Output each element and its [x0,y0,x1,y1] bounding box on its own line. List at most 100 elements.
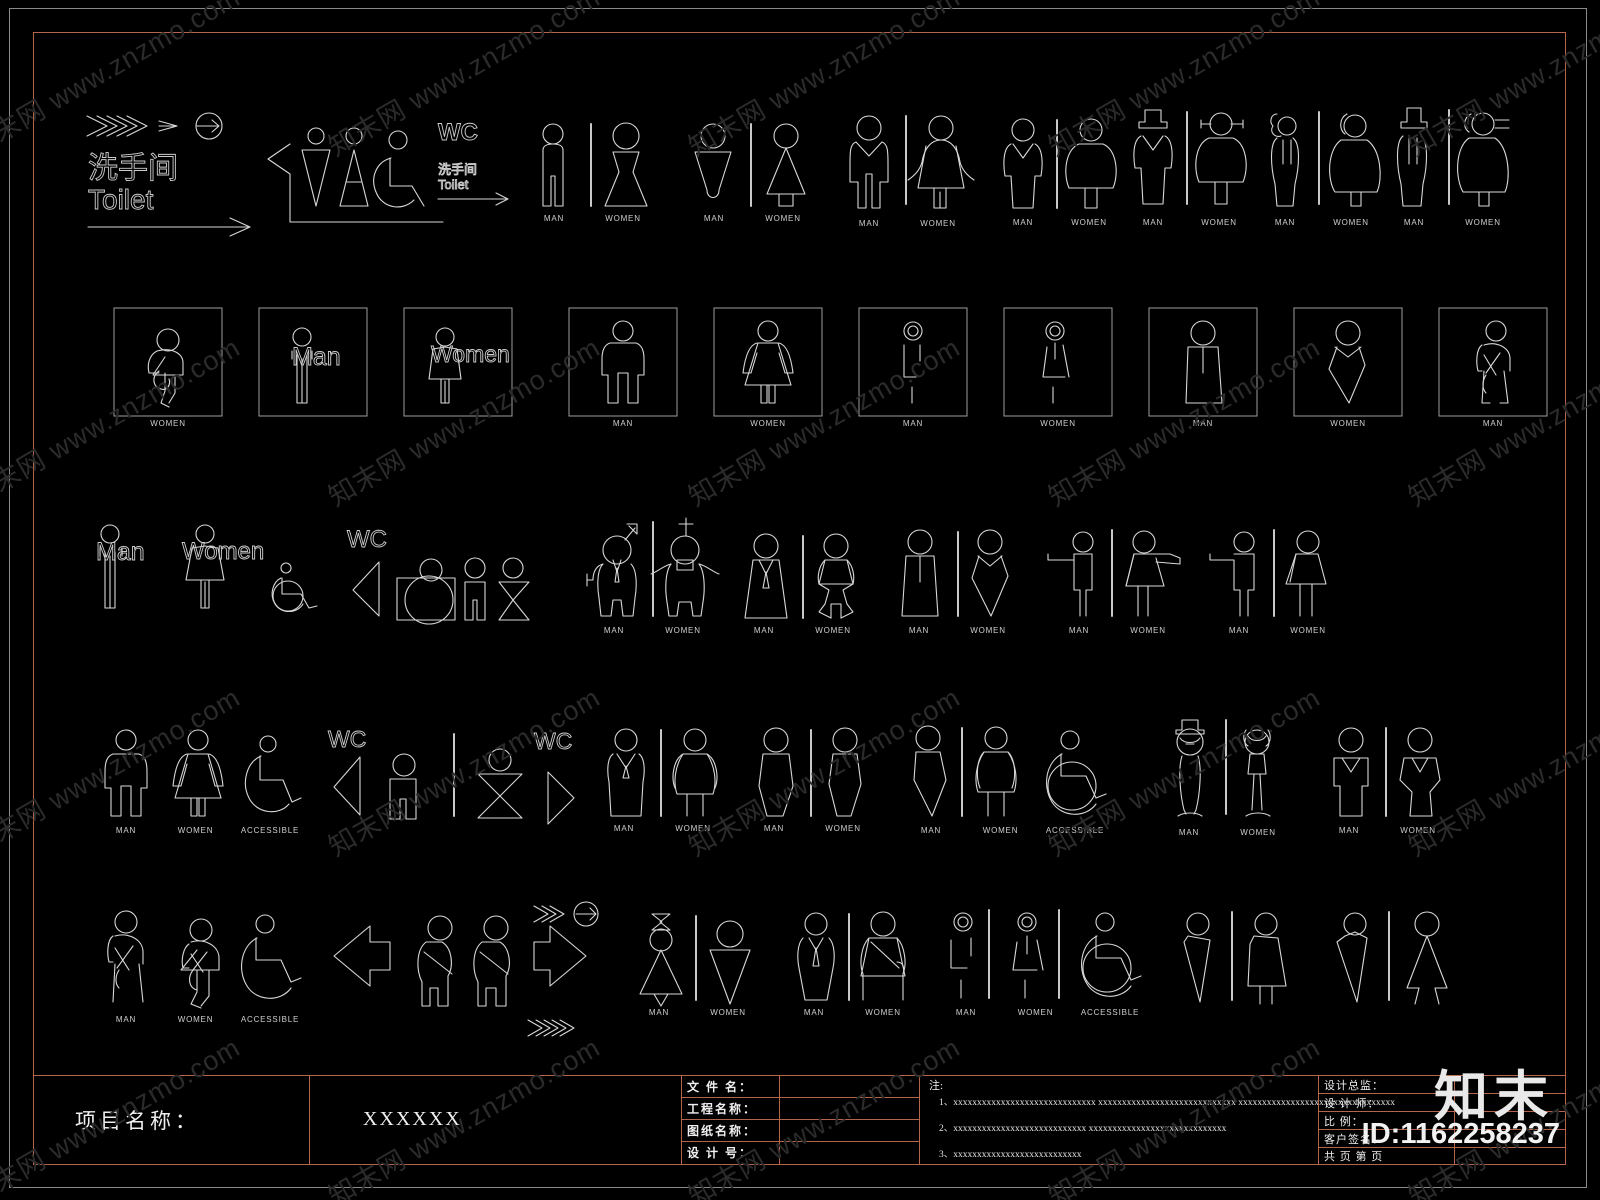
pictogram-pair-cloak [1168,908,1303,1005]
caption-women: WOMEN [1040,419,1076,428]
long-right-arrow-icon [87,217,251,237]
caption-man: MAN [1274,218,1296,227]
caption-man: MAN [1178,828,1200,837]
caption-women: WOMEN [920,219,956,228]
typographic-label-women: Women [182,538,265,566]
caption-women: WOMEN [177,826,214,835]
caption-women: WOMEN [665,626,701,635]
caption-man: MAN [703,214,725,223]
caption-man: MAN [603,626,625,635]
project-name-value: XXXXXX [363,1108,462,1130]
caption-man: MAN [858,219,880,228]
caption-women: WOMEN [675,824,711,833]
caption-women: WOMEN [1071,218,1107,227]
pictogram-pair-coat-diamond: MAN WOMEN [888,528,1023,635]
pictogram-pair-suit-puff: MAN WOMEN [593,726,728,833]
cad-drawing-canvas: 洗手间 Toilet WC 洗手间 Toilet MAN WOMEN MAN W… [0,0,1600,1200]
notes-heading: 注: [929,1080,944,1092]
toilet-label-cn-small: 洗手间 [438,162,478,178]
trio-urgent-accessible: MAN WOMEN ACCESSIBLE [93,908,308,1024]
caption-women: WOMEN [1400,826,1436,835]
pictogram-pair-bow-triangle: MAN WOMEN [628,910,763,1017]
caption-man: MAN [1012,218,1034,227]
pictogram-pair-2: MAN WOMEN [683,120,818,223]
caption-women: WOMEN [982,826,1019,835]
field-key-file-name: 文 件 名： [687,1080,754,1094]
caption-women: WOMEN [1465,218,1501,227]
caption-women: WOMEN [1201,218,1237,227]
caption-accessible: ACCESSIBLE [240,826,300,835]
caption-man: MAN [1482,419,1504,428]
caption-man: MAN [902,419,924,428]
trio-man-women-accessible-2: MAN WOMEN ACCESSIBLE [898,724,1113,835]
pictogram-pair-vneck: MAN WOMEN [1318,724,1453,835]
pictogram-pair-triangle-flared [1323,908,1458,1005]
plaque-waiting-man: MAN [1438,307,1548,428]
caption-man: MAN [612,419,634,428]
caption-man: MAN [908,626,930,635]
plaque-classic-woman: WOMEN [713,307,823,428]
plaque-label-man: Man [292,343,342,372]
wc-label-right: WC [534,728,573,755]
caption-women: WOMEN [1240,828,1276,837]
caption-women: WOMEN [825,824,861,833]
pictogram-pair-7: MAN WOMEN [1383,106,1518,227]
pictogram-pair-tie-handbag: MAN WOMEN [783,910,918,1017]
caption-women: WOMEN [1017,1008,1054,1017]
pictogram-pair-1: MAN WOMEN [523,120,658,223]
caption-accessible: ACCESSIBLE [1045,826,1105,835]
caption-man: MAN [613,824,635,833]
pictogram-pair-5: MAN WOMEN [1123,108,1253,227]
caption-women: WOMEN [177,1015,214,1024]
caption-man: MAN [955,1008,977,1017]
caption-women: WOMEN [1130,626,1166,635]
plaque-women-typographic: Women [403,307,513,417]
caption-man: MAN [803,1008,825,1017]
pictogram-pair-suit-dress: MAN WOMEN [733,532,868,635]
caption-women: WOMEN [1290,626,1326,635]
divider-woman-wc-right: WC [448,728,578,825]
caption-man: MAN [763,824,785,833]
caption-man: MAN [1338,826,1360,835]
plaque-abstract-man: MAN [858,307,968,428]
caption-man: MAN [1228,626,1250,635]
pictogram-pair-gent-lady: MAN WOMEN [1158,718,1293,837]
caption-man: MAN [115,1015,137,1024]
project-name-label: 项目名称： [75,1108,200,1133]
plaque-label-women: Women [431,341,511,368]
right-field-design-director: 设计总监： [1324,1079,1384,1092]
plaque-longcoat-man: MAN [1148,307,1258,428]
arrow-figures-group [328,901,618,1042]
caption-women: WOMEN [815,626,851,635]
toilet-label-en: Toilet [88,184,154,216]
title-block: 项目名称： XXXXXX 文 件 名： 工程名称： 图纸名称： 设 计 号： 注… [33,1075,1566,1165]
typographic-label-man: Man [96,538,146,567]
caption-man: MAN [1142,218,1164,227]
caption-man: MAN [543,214,565,223]
right-field-scale: 比 例： [1324,1115,1364,1128]
field-key-drawing-name: 图纸名称： [687,1124,758,1138]
caption-accessible: ACCESSIBLE [1080,1008,1140,1017]
wc-left-arrow-man: WC [328,727,438,823]
wc-small-toilet-group: WC 洗手间 Toilet [437,119,510,206]
note-line-2: 2、xxxxxxxxxxxxxxxxxxxxxxxxxxxx xxxxxxxxx… [939,1124,1227,1134]
toilet-label-cn: 洗手间 [88,152,179,185]
wheelchair-icon-small [263,560,323,618]
pictogram-pair-slim: MAN WOMEN [743,726,878,833]
toilet-bracket-sign [248,114,463,232]
pictogram-pair-3: MAN WOMEN [838,112,975,228]
wc-abstract-trio: WC [343,527,543,626]
trio-man-women-accessible-1: MAN WOMEN ACCESSIBLE [93,726,308,835]
pictogram-pair-4: MAN WOMEN [993,116,1123,227]
caption-women: WOMEN [765,214,801,223]
caption-women: WOMEN [150,419,186,428]
plaque-abstract-woman: WOMEN [1003,307,1113,428]
pictogram-pair-armout-1: MAN WOMEN [1047,528,1183,635]
short-right-arrow-icon [437,192,509,206]
brand-id-watermark: ID:1162258237 [1361,1118,1560,1150]
plaque-classic-man: MAN [568,307,678,428]
caption-man: MAN [1068,626,1090,635]
caption-man: MAN [648,1008,670,1017]
pictogram-pair-6: MAN WOMEN [1255,108,1385,227]
caption-women: WOMEN [970,626,1006,635]
